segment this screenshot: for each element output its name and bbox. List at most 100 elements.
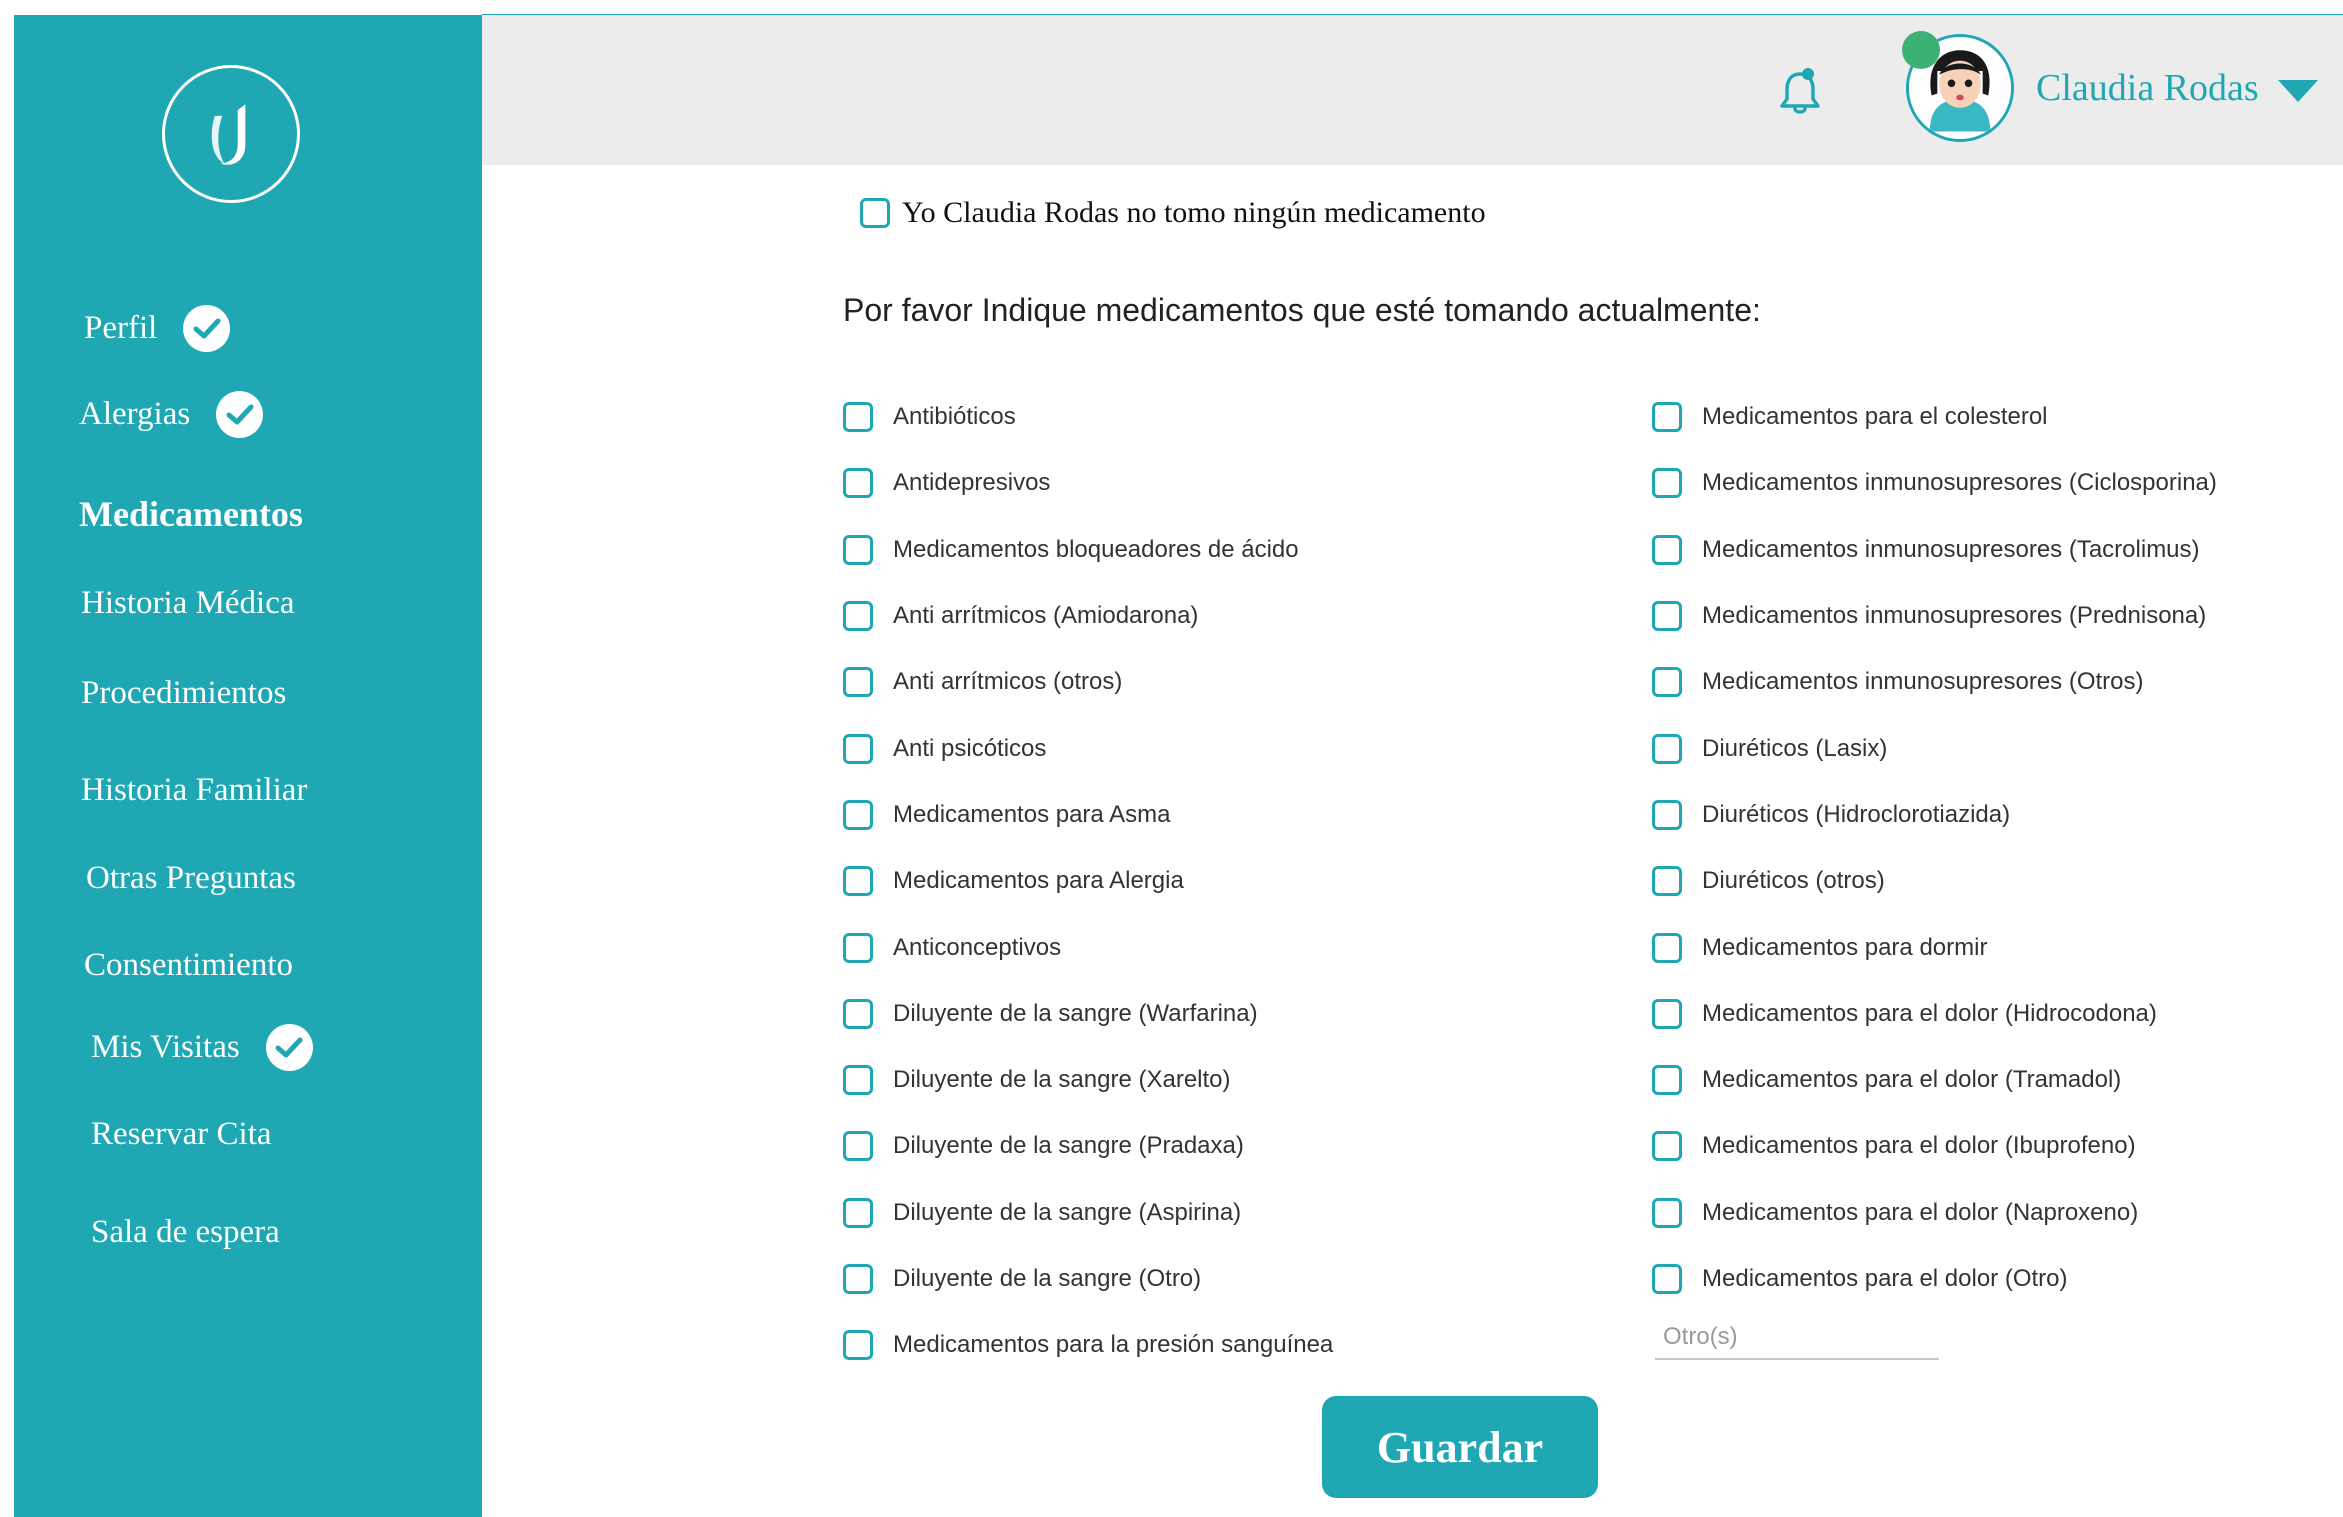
medication-option[interactable]: Medicamentos para dormir bbox=[1652, 914, 2217, 980]
medication-label: Anticonceptivos bbox=[893, 933, 1062, 961]
sidebar-item-perfil[interactable]: Perfil bbox=[84, 305, 231, 352]
medication-checkbox[interactable] bbox=[1652, 1264, 1682, 1294]
no-medication-checkbox[interactable] bbox=[860, 198, 890, 228]
sidebar-item-medicamentos[interactable]: Medicamentos bbox=[79, 493, 303, 535]
no-medication-option[interactable]: Yo Claudia Rodas no tomo ningún medicame… bbox=[860, 196, 1486, 230]
medication-option[interactable]: Medicamentos para el dolor (Ibuprofeno) bbox=[1652, 1113, 2217, 1179]
medication-checkbox[interactable] bbox=[1652, 1131, 1682, 1162]
medication-option[interactable]: Medicamentos para la presión sanguínea bbox=[843, 1312, 1333, 1378]
medication-option[interactable]: Diuréticos (Lasix) bbox=[1652, 715, 2217, 781]
medication-checkbox[interactable] bbox=[843, 1264, 873, 1294]
medication-checkbox[interactable] bbox=[843, 733, 873, 764]
medication-option[interactable]: Diluyente de la sangre (Warfarina) bbox=[843, 981, 1333, 1047]
medication-option[interactable]: Anti psicóticos bbox=[843, 715, 1333, 781]
medication-checkbox[interactable] bbox=[1652, 1197, 1682, 1228]
medication-option[interactable]: Medicamentos inmunosupresores (Tacrolimu… bbox=[1652, 517, 2217, 583]
medication-option[interactable]: Anti arrítmicos (otros) bbox=[843, 649, 1333, 715]
save-button[interactable]: Guardar bbox=[1322, 1396, 1598, 1498]
medication-label: Medicamentos para el dolor (Tramadol) bbox=[1702, 1066, 2122, 1094]
medication-option[interactable]: Medicamentos para el dolor (Otro) bbox=[1652, 1246, 2217, 1312]
medication-checkbox[interactable] bbox=[1652, 733, 1682, 764]
medication-label: Medicamentos para el dolor (Ibuprofeno) bbox=[1702, 1132, 2136, 1160]
user-name[interactable]: Claudia Rodas bbox=[2036, 66, 2259, 110]
sidebar-item-historia-medica[interactable]: Historia Médica bbox=[81, 585, 295, 622]
medication-checkbox[interactable] bbox=[843, 998, 873, 1029]
sidebar-item-procedimientos[interactable]: Procedimientos bbox=[81, 675, 286, 712]
medication-checkbox[interactable] bbox=[843, 534, 873, 565]
medication-label: Diuréticos (Hidroclorotiazida) bbox=[1702, 800, 2011, 828]
medication-checkbox[interactable] bbox=[843, 1131, 873, 1162]
medication-checkbox[interactable] bbox=[843, 601, 873, 632]
medication-checkbox[interactable] bbox=[843, 468, 873, 499]
check-icon bbox=[183, 305, 231, 352]
medication-label: Medicamentos para el colesterol bbox=[1702, 403, 2048, 431]
medication-checkbox[interactable] bbox=[843, 1065, 873, 1096]
medication-checkbox[interactable] bbox=[843, 799, 873, 830]
medication-checkbox[interactable] bbox=[843, 1330, 873, 1361]
medication-option[interactable]: Antidepresivos bbox=[843, 450, 1333, 516]
medication-option[interactable]: Medicamentos para el colesterol bbox=[1652, 384, 2217, 450]
medication-label: Medicamentos para el dolor (Naproxeno) bbox=[1702, 1198, 2139, 1226]
medication-option[interactable]: Medicamentos inmunosupresores (Ciclospor… bbox=[1652, 450, 2217, 516]
medication-label: Anti arrítmicos (otros) bbox=[893, 668, 1123, 696]
medication-option[interactable]: Anti arrítmicos (Amiodarona) bbox=[843, 583, 1333, 649]
sidebar-item-label: Sala de espera bbox=[91, 1214, 280, 1250]
medication-checkbox[interactable] bbox=[1652, 601, 1682, 632]
medication-option[interactable]: Medicamentos para Alergia bbox=[843, 848, 1333, 914]
medication-checkbox[interactable] bbox=[843, 1197, 873, 1228]
medication-checkbox[interactable] bbox=[1652, 667, 1682, 698]
medication-option[interactable]: Medicamentos inmunosupresores (Otros) bbox=[1652, 649, 2217, 715]
medication-checkbox[interactable] bbox=[843, 402, 873, 433]
sidebar-item-historia-familiar[interactable]: Historia Familiar bbox=[81, 772, 307, 809]
app-logo[interactable] bbox=[162, 65, 300, 203]
medication-checkbox[interactable] bbox=[1652, 1065, 1682, 1096]
bell-icon[interactable] bbox=[1776, 66, 1824, 116]
medication-option[interactable]: Medicamentos inmunosupresores (Prednison… bbox=[1652, 583, 2217, 649]
medication-checkbox[interactable] bbox=[1652, 799, 1682, 830]
medication-option[interactable]: Medicamentos para el dolor (Naproxeno) bbox=[1652, 1180, 2217, 1246]
medication-option[interactable]: Diuréticos (otros) bbox=[1652, 848, 2217, 914]
medication-label: Medicamentos para Alergia bbox=[893, 867, 1184, 895]
medication-option[interactable]: Medicamentos para el dolor (Hidrocodona) bbox=[1652, 981, 2217, 1047]
sidebar-item-label: Procedimientos bbox=[81, 675, 287, 711]
medication-checkbox[interactable] bbox=[843, 667, 873, 698]
medication-checkbox[interactable] bbox=[1652, 998, 1682, 1029]
medication-list-right: Medicamentos para el colesterol Medicame… bbox=[1652, 384, 2217, 1312]
sidebar-item-otras-preguntas[interactable]: Otras Preguntas bbox=[86, 860, 296, 897]
medication-option[interactable]: Diluyente de la sangre (Aspirina) bbox=[843, 1180, 1333, 1246]
medication-label: Diluyente de la sangre (Xarelto) bbox=[893, 1066, 1231, 1094]
medication-checkbox[interactable] bbox=[1652, 468, 1682, 499]
check-icon bbox=[216, 391, 264, 438]
medication-label: Diluyente de la sangre (Pradaxa) bbox=[893, 1132, 1244, 1160]
medication-label: Medicamentos para Asma bbox=[893, 800, 1171, 828]
caret-down-icon[interactable] bbox=[2276, 78, 2320, 104]
sidebar-item-sala-de-espera[interactable]: Sala de espera bbox=[91, 1214, 280, 1251]
medication-option[interactable]: Diluyente de la sangre (Pradaxa) bbox=[843, 1113, 1333, 1179]
medication-checkbox[interactable] bbox=[1652, 402, 1682, 433]
sidebar-item-mis-visitas[interactable]: Mis Visitas bbox=[91, 1024, 313, 1071]
medication-checkbox[interactable] bbox=[843, 932, 873, 963]
medication-option[interactable]: Medicamentos para el dolor (Tramadol) bbox=[1652, 1047, 2217, 1113]
sidebar-item-alergias[interactable]: Alergias bbox=[79, 391, 264, 438]
medication-option[interactable]: Antibióticos bbox=[843, 384, 1333, 450]
medication-label: Anti arrítmicos (Amiodarona) bbox=[893, 602, 1199, 630]
medication-checkbox[interactable] bbox=[1652, 534, 1682, 565]
medication-option[interactable]: Diluyente de la sangre (Xarelto) bbox=[843, 1047, 1333, 1113]
sidebar-item-reservar-cita[interactable]: Reservar Cita bbox=[91, 1116, 272, 1153]
sidebar-item-label: Historia Familiar bbox=[81, 772, 308, 808]
medication-checkbox[interactable] bbox=[1652, 866, 1682, 897]
medication-option[interactable]: Anticonceptivos bbox=[843, 914, 1333, 980]
medication-option[interactable]: Diuréticos (Hidroclorotiazida) bbox=[1652, 782, 2217, 848]
sidebar-item-consentimiento[interactable]: Consentimiento bbox=[84, 947, 293, 984]
medication-checkbox[interactable] bbox=[843, 866, 873, 897]
medication-option[interactable]: Diluyente de la sangre (Otro) bbox=[843, 1246, 1333, 1312]
medication-option[interactable]: Medicamentos para Asma bbox=[843, 782, 1333, 848]
medication-label: Medicamentos inmunosupresores (Otros) bbox=[1702, 668, 2144, 696]
medication-option[interactable]: Medicamentos bloqueadores de ácido bbox=[843, 517, 1333, 583]
other-medication-input[interactable] bbox=[1655, 1316, 1939, 1360]
online-status-indicator bbox=[1902, 31, 1940, 69]
medication-checkbox[interactable] bbox=[1652, 932, 1682, 963]
sidebar-item-label: Reservar Cita bbox=[91, 1116, 272, 1152]
medication-list-left: Antibióticos Antidepresivos Medicamentos… bbox=[843, 384, 1333, 1378]
medication-label: Medicamentos inmunosupresores (Tacrolimu… bbox=[1702, 535, 2200, 563]
